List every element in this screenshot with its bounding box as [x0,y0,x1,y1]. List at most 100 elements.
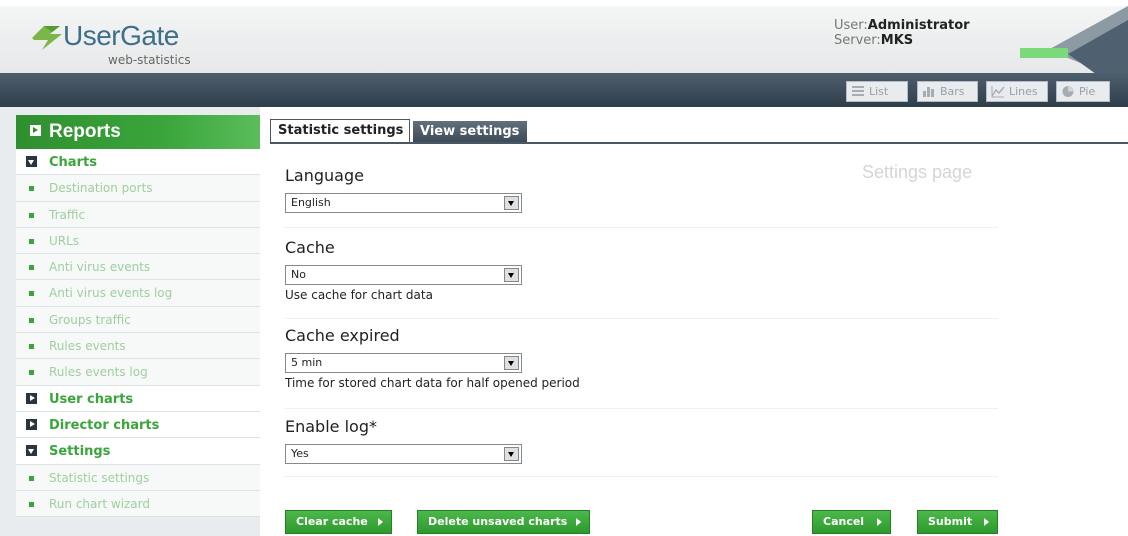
reports-title: Reports [49,121,121,142]
settings-content: Settings page Language English Cache No … [270,144,1128,536]
reports-header[interactable]: Reports [16,115,260,149]
sidebar-item-anti-virus-events[interactable]: Anti virus events [16,254,260,281]
sidebar: Reports Charts Destination ports Traffic UR… [0,107,260,536]
delete-unsaved-charts-button[interactable]: Delete unsaved charts [417,510,590,534]
server-label: Server: [834,33,881,48]
sidebar-item-label: Destination ports [49,181,153,196]
sidebar-item-anti-virus-events-log[interactable]: Anti virus events log [16,280,260,307]
cache-expired-value: 5 min [291,356,323,369]
enable-log-label: Enable log* [285,417,377,436]
arrow-right-icon [378,518,383,526]
tab-view-settings-label: View settings [420,124,520,139]
pie-view-button[interactable]: Pie [1056,81,1110,102]
user-label: User: [834,18,868,33]
sidebar-item-label: Anti virus events [49,260,151,275]
user-value: Administrator [867,18,970,33]
language-field: Language English [285,166,998,228]
sidebar-item-traffic[interactable]: Traffic [16,201,260,228]
usergate-logo-icon [32,26,62,50]
header-decoration [1020,6,1128,79]
logo-subtitle: web-statistics [108,53,191,67]
sidebar-item-label: Run chart wizard [49,496,150,511]
sidebar-item-run-chart-wizard[interactable]: Run chart wizard [16,490,260,518]
sidebar-nav: Charts Destination ports Traffic URLs Anti v… [16,149,260,518]
expand-icon [26,392,37,404]
sidebar-item-label: User charts [49,391,134,407]
cache-expired-select[interactable]: 5 min [285,353,522,373]
bullet-icon [29,291,34,297]
enable-log-select[interactable]: Yes [285,444,522,464]
submit-button[interactable]: Submit [917,510,998,534]
delete-unsaved-charts-label: Delete unsaved charts [428,515,568,528]
logo-text: UserGate [63,20,179,51]
collapse-icon [26,445,37,457]
bullet-icon [29,265,34,271]
bullet-icon [29,317,34,323]
submit-label: Submit [928,515,973,528]
chevron-down-icon[interactable] [504,447,519,461]
cancel-button[interactable]: Cancel [812,510,891,534]
sidebar-item-groups-traffic[interactable]: Groups traffic [16,306,260,334]
bullet-icon [29,186,34,192]
bullet-icon [29,212,34,218]
chevron-down-icon[interactable] [504,268,519,282]
header: UserGate web-statistics User:Administrat… [0,0,1128,79]
sidebar-section-director-charts[interactable]: Director charts [16,411,260,439]
sidebar-item-rules-events-log[interactable]: Rules events log [16,359,260,386]
list-view-label: List [869,85,889,98]
cache-value: No [291,268,306,281]
arrow-right-icon [576,518,581,526]
tab-view-settings[interactable]: View settings [413,121,527,143]
sidebar-item-label: Rules events [49,339,126,354]
language-select[interactable]: English [285,193,522,213]
sidebar-section-settings[interactable]: Settings [16,438,260,465]
bullet-icon [29,344,34,350]
expand-arrow-icon [30,125,41,136]
cache-field: Cache No Use cache for chart data [285,238,998,319]
tab-statistic-settings[interactable]: Statistic settings [270,119,410,143]
user-info: User:Administrator Server:MKS [834,18,970,48]
logo: UserGate web-statistics [30,20,210,70]
list-view-button[interactable]: List [846,81,908,102]
cache-select[interactable]: No [285,265,522,285]
sidebar-item-urls[interactable]: URLs [16,227,260,255]
sidebar-item-label: Charts [49,155,97,170]
sidebar-item-label: Director charts [49,417,160,433]
sidebar-item-destination-ports[interactable]: Destination ports [16,175,260,202]
sidebar-item-label: Statistic settings [49,470,150,485]
tab-statistic-settings-label: Statistic settings [278,123,404,138]
sidebar-item-statistic-settings[interactable]: Statistic settings [16,464,260,491]
pie-view-label: Pie [1079,85,1096,98]
cache-help: Use cache for chart data [285,288,433,302]
bullet-icon [29,475,34,481]
server-value: MKS [880,33,914,48]
sidebar-section-charts[interactable]: Charts [16,149,260,176]
bullet-icon [29,370,34,376]
sidebar-item-label: Groups traffic [49,312,131,327]
collapse-icon [26,156,37,167]
pie-icon [1062,86,1074,97]
bars-view-label: Bars [940,85,965,98]
lines-view-button[interactable]: Lines [986,81,1048,102]
sidebar-item-rules-events[interactable]: Rules events [16,333,260,360]
clear-cache-button[interactable]: Clear cache [285,510,392,534]
clear-cache-label: Clear cache [296,515,368,528]
cancel-label: Cancel [823,515,865,528]
sidebar-item-label: Settings [49,444,111,460]
bars-view-button[interactable]: Bars [917,81,978,102]
arrow-right-icon [984,518,989,526]
sidebar-item-label: Traffic [49,207,86,222]
enable-log-value: Yes [291,447,309,460]
language-value: English [291,196,331,209]
chevron-down-icon[interactable] [504,356,519,370]
expand-icon [26,418,37,430]
sidebar-item-label: Anti virus events log [49,286,173,301]
bullet-icon [29,501,34,507]
cache-expired-label: Cache expired [285,326,400,345]
lines-view-label: Lines [1009,85,1038,98]
sidebar-section-user-charts[interactable]: User charts [16,385,260,412]
chevron-down-icon[interactable] [504,196,519,210]
bars-icon [923,87,934,97]
lines-icon [991,86,1005,98]
sidebar-item-label: Rules events log [49,365,148,380]
